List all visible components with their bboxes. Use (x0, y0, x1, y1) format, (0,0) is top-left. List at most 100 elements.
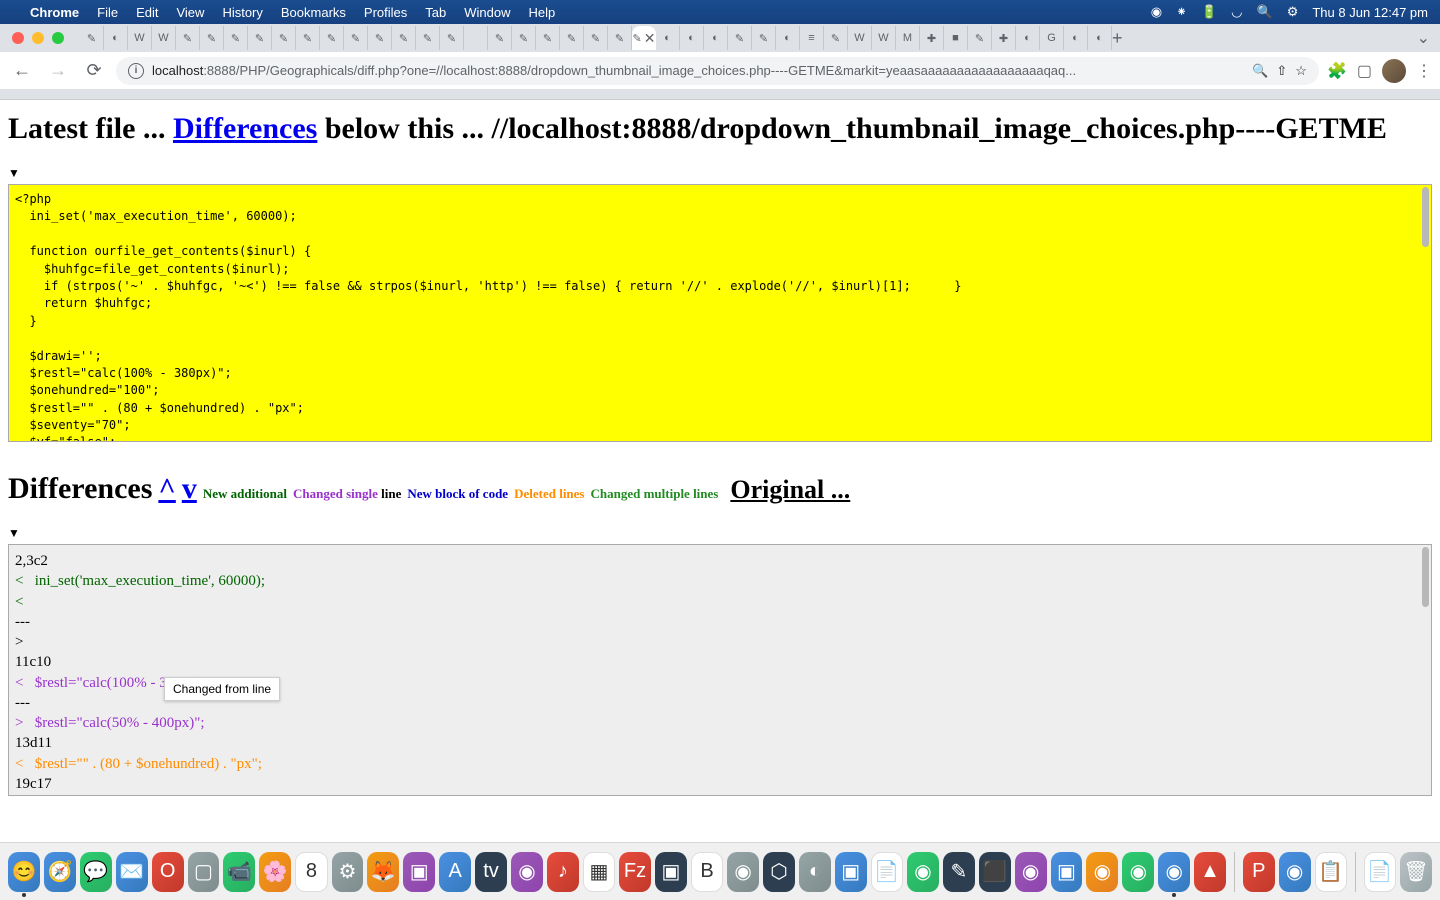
dock-app[interactable]: ⬡ (763, 852, 795, 892)
dock-firefox[interactable]: 🦊 (367, 852, 399, 892)
browser-tab[interactable]: ✎ (416, 26, 440, 50)
bookmark-icon[interactable]: ☆ (1295, 63, 1307, 79)
spotlight-icon[interactable]: 🔍 (1257, 4, 1273, 20)
window-minimize-button[interactable] (32, 32, 44, 44)
browser-tab[interactable]: G (1040, 26, 1064, 50)
browser-tab[interactable]: ✎ (608, 26, 632, 50)
dock-app[interactable]: ⚙ (332, 852, 364, 892)
browser-tab[interactable]: ✎ (752, 26, 776, 50)
dock-chrome[interactable]: ◉ (1158, 852, 1190, 892)
browser-tab[interactable]: ✎ (440, 26, 464, 50)
wifi-icon[interactable]: ◡ (1231, 4, 1242, 20)
reload-button[interactable]: ⟳ (80, 57, 108, 85)
url-bar[interactable]: i localhost:8888/PHP/Geographicals/diff.… (116, 57, 1319, 85)
dock-appletv[interactable]: tv (475, 852, 507, 892)
original-link[interactable]: Original ... (730, 475, 850, 505)
sidepanel-icon[interactable]: ▢ (1357, 61, 1372, 81)
tab-close-icon[interactable]: ✕ (644, 30, 656, 47)
dock-app[interactable]: ▢ (188, 852, 220, 892)
forward-button[interactable]: → (44, 57, 72, 85)
dock-app[interactable]: ◉ (1086, 852, 1118, 892)
browser-tab[interactable]: ✎ (272, 26, 296, 50)
menubar-app-name[interactable]: Chrome (30, 5, 79, 20)
menu-help[interactable]: Help (529, 5, 556, 20)
dock-facetime[interactable]: 📹 (223, 852, 255, 892)
dock-app[interactable]: ✎ (943, 852, 975, 892)
browser-tab[interactable]: ✎ (560, 26, 584, 50)
browser-tab[interactable]: ■ (944, 26, 968, 50)
browser-tab[interactable]: ✎ (536, 26, 560, 50)
browser-tab[interactable]: ✎ (296, 26, 320, 50)
browser-tab[interactable]: ◐ (680, 26, 704, 50)
menu-tab[interactable]: Tab (425, 5, 446, 20)
dock-appstore[interactable]: A (439, 852, 471, 892)
browser-tab[interactable]: ✎ (176, 26, 200, 50)
browser-tab[interactable]: ✎ (80, 26, 104, 50)
dock-app[interactable]: ◉ (907, 852, 939, 892)
browser-tab[interactable]: ✎ (224, 26, 248, 50)
menu-file[interactable]: File (97, 5, 118, 20)
dock-app[interactable]: ▣ (835, 852, 867, 892)
menubar-datetime[interactable]: Thu 8 Jun 12:47 pm (1312, 5, 1428, 20)
browser-tab[interactable]: ✎ (584, 26, 608, 50)
dock-app[interactable]: 📋 (1315, 852, 1347, 892)
browser-tab[interactable]: ◐ (704, 26, 728, 50)
browser-tab[interactable]: ◐ (776, 26, 800, 50)
dock-app[interactable]: ◉ (1122, 852, 1154, 892)
menu-view[interactable]: View (176, 5, 204, 20)
dock-app[interactable]: ◉ (511, 852, 543, 892)
dock-trash[interactable]: 🗑 (1400, 852, 1432, 892)
menu-history[interactable]: History (222, 5, 262, 20)
diff-output[interactable]: 2,3c2< ini_set('max_execution_time', 600… (8, 544, 1432, 796)
browser-tab[interactable]: W (128, 26, 152, 50)
browser-tab[interactable]: ✎ (392, 26, 416, 50)
menu-bookmarks[interactable]: Bookmarks (281, 5, 346, 20)
browser-tab[interactable]: W (872, 26, 896, 50)
battery-icon[interactable]: 🔋 (1201, 4, 1217, 20)
dock-calendar[interactable]: 8 (295, 852, 327, 892)
dock-app[interactable]: P (1243, 852, 1275, 892)
dock-app[interactable]: ▣ (1051, 852, 1083, 892)
browser-tab[interactable]: ✎ (968, 26, 992, 50)
browser-tab[interactable]: M (896, 26, 920, 50)
dock-app[interactable]: B (691, 852, 723, 892)
dock-app[interactable]: ▣ (655, 852, 687, 892)
differences-link[interactable]: Differences (173, 112, 317, 145)
menu-edit[interactable]: Edit (136, 5, 158, 20)
menu-profiles[interactable]: Profiles (364, 5, 407, 20)
browser-tab[interactable]: ✎ (728, 26, 752, 50)
dock-music[interactable]: ♪ (547, 852, 579, 892)
browser-tab[interactable]: ✎ (320, 26, 344, 50)
browser-tab[interactable]: ✎ (512, 26, 536, 50)
dock-app[interactable]: 📄 (1364, 852, 1396, 892)
share-icon[interactable]: ⇧ (1276, 63, 1287, 79)
browser-tab[interactable]: W (848, 26, 872, 50)
dock-app[interactable]: ◉ (1279, 852, 1311, 892)
scrollbar-thumb[interactable] (1422, 547, 1429, 607)
browser-tab[interactable]: ✎ (200, 26, 224, 50)
bluetooth-icon[interactable]: ⁕ (1176, 4, 1187, 20)
dock-mail[interactable]: ✉️ (116, 852, 148, 892)
dock-app[interactable]: ⬛ (979, 852, 1011, 892)
browser-tab[interactable]: ◐ (1016, 26, 1040, 50)
browser-tab[interactable]: ≡ (800, 26, 824, 50)
dock-app[interactable]: ◐ (799, 852, 831, 892)
dock-app[interactable]: ▦ (583, 852, 615, 892)
tab-overflow-icon[interactable]: ⌄ (1417, 28, 1440, 48)
browser-tab[interactable]: W (152, 26, 176, 50)
window-maximize-button[interactable] (52, 32, 64, 44)
nav-down-link[interactable]: v (182, 472, 197, 506)
new-tab-button[interactable]: + (1112, 28, 1140, 49)
browser-tab[interactable]: ✎ (824, 26, 848, 50)
browser-tab[interactable] (464, 26, 488, 50)
dock-app[interactable]: ▣ (403, 852, 435, 892)
dock-podcasts[interactable]: ◉ (1015, 852, 1047, 892)
profile-avatar[interactable] (1382, 59, 1406, 83)
collapse-toggle-diff[interactable]: ▼ (8, 526, 1432, 540)
browser-tab[interactable]: ✎ (368, 26, 392, 50)
dock-app[interactable]: O (152, 852, 184, 892)
dock-safari[interactable]: 🧭 (44, 852, 76, 892)
latest-file-code[interactable]: <?php ini_set('max_execution_time', 6000… (8, 184, 1432, 442)
browser-tab[interactable]: ✎ (488, 26, 512, 50)
dock-app[interactable]: ▲ (1194, 852, 1226, 892)
